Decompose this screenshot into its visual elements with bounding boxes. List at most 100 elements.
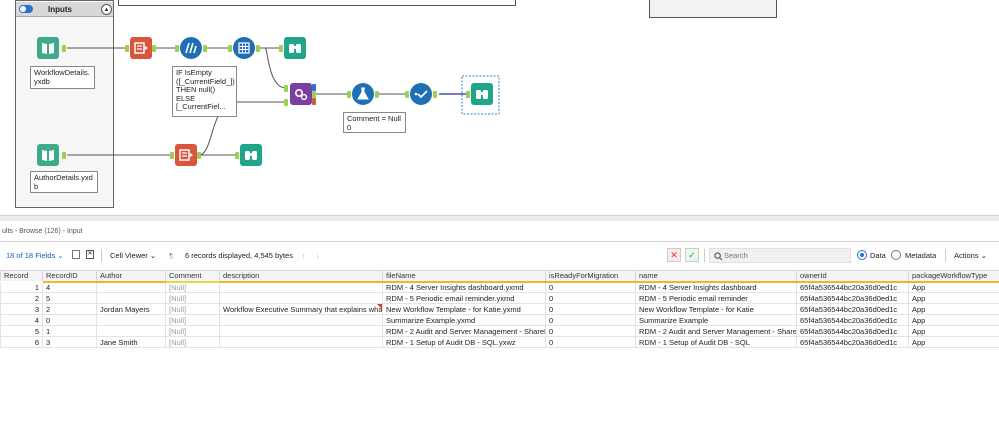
table-cell[interactable]: 4 bbox=[42, 281, 97, 293]
rename-field-icon[interactable] bbox=[72, 250, 80, 259]
data-radio[interactable] bbox=[857, 250, 867, 260]
table-cell[interactable]: 0 bbox=[545, 325, 636, 337]
table-cell[interactable]: [Null] bbox=[165, 336, 220, 348]
table-cell[interactable]: [Null] bbox=[165, 325, 220, 337]
table-cell[interactable]: 0 bbox=[545, 314, 636, 326]
column-header[interactable]: RecordID bbox=[42, 270, 97, 283]
column-header[interactable]: Record bbox=[0, 270, 43, 283]
table-cell[interactable]: New Workflow Template - for Katie.yxmd bbox=[382, 303, 546, 315]
table-cell[interactable]: 65f4a536544bc20a36d0ed1c bbox=[796, 292, 909, 304]
cell-viewer-dropdown[interactable]: Cell Viewer ⌄ bbox=[110, 251, 156, 260]
message-tool[interactable] bbox=[410, 83, 432, 105]
input-anchor[interactable] bbox=[235, 152, 239, 159]
table-cell[interactable]: RDM - 1 Setup of Audit DB - SQL bbox=[635, 336, 797, 348]
input-tool-author[interactable] bbox=[37, 144, 59, 166]
column-header[interactable]: ownerId bbox=[796, 270, 909, 283]
deselect-field-icon[interactable]: ✕ bbox=[86, 250, 94, 259]
table-cell[interactable]: RDM - 5 Periodic email reminder.yxmd bbox=[382, 292, 546, 304]
table-cell[interactable]: [Null] bbox=[165, 314, 220, 326]
clear-filter-button[interactable]: ✕ bbox=[667, 248, 681, 262]
table-cell[interactable]: App bbox=[908, 336, 999, 348]
fields-dropdown[interactable]: 18 of 18 Fields ⌄ bbox=[6, 251, 64, 260]
table-cell[interactable]: RDM - 4 Server Insights dashboard.yxmd bbox=[382, 281, 546, 293]
table-cell[interactable]: 5 bbox=[0, 325, 43, 337]
table-cell[interactable] bbox=[219, 325, 383, 337]
results-grid[interactable]: Record RecordID Author Comment description fi… bbox=[0, 270, 999, 348]
table-cell[interactable]: 1 bbox=[42, 325, 97, 337]
table-cell[interactable]: 65f4a536544bc20a36d0ed1c bbox=[796, 325, 909, 337]
workflow-canvas[interactable]: Inputs ▲ WorkflowDetails. yxdb IF IsEmpt… bbox=[0, 0, 999, 215]
actions-dropdown[interactable]: Actions ⌄ bbox=[954, 251, 987, 260]
browse-tool-selected[interactable] bbox=[471, 83, 493, 105]
apply-filter-button[interactable]: ✓ bbox=[685, 248, 699, 262]
arrow-up-icon[interactable]: ↑ bbox=[302, 251, 306, 260]
table-cell[interactable] bbox=[96, 292, 166, 304]
table-cell[interactable]: App bbox=[908, 303, 999, 315]
table-cell[interactable]: 0 bbox=[545, 292, 636, 304]
table-cell[interactable]: Jordan Mayers bbox=[96, 303, 166, 315]
input-anchor[interactable] bbox=[279, 45, 283, 52]
table-cell[interactable]: 6 bbox=[0, 336, 43, 348]
output-anchor[interactable] bbox=[203, 45, 207, 52]
table-cell[interactable]: App bbox=[908, 314, 999, 326]
table-cell[interactable]: App bbox=[908, 281, 999, 293]
table-cell[interactable]: [Null] bbox=[165, 303, 220, 315]
table-cell[interactable]: RDM - 1 Setup of Audit DB - SQL.yxwz bbox=[382, 336, 546, 348]
search-input[interactable] bbox=[724, 250, 848, 261]
input-anchor[interactable] bbox=[170, 152, 174, 159]
output-anchor[interactable] bbox=[375, 91, 379, 98]
column-header[interactable]: name bbox=[635, 270, 797, 283]
table-row[interactable]: 2 5 [Null] RDM - 5 Periodic email reminder.… bbox=[0, 292, 999, 304]
browse-tool-1[interactable] bbox=[284, 37, 306, 59]
table-cell[interactable]: [Null] bbox=[165, 292, 220, 304]
output-anchor[interactable] bbox=[312, 84, 316, 91]
join-tool[interactable] bbox=[290, 83, 312, 105]
output-anchor[interactable] bbox=[62, 45, 66, 52]
column-header[interactable]: packageWorkflowType bbox=[908, 270, 999, 283]
table-cell[interactable] bbox=[219, 336, 383, 348]
table-cell[interactable]: 4 bbox=[0, 314, 43, 326]
table-cell[interactable]: 65f4a536544bc20a36d0ed1c bbox=[796, 303, 909, 315]
output-anchor[interactable] bbox=[433, 91, 437, 98]
select-tool-1[interactable] bbox=[130, 37, 152, 59]
data-cleanse-tool[interactable] bbox=[233, 37, 255, 59]
table-cell[interactable]: 1 bbox=[0, 281, 43, 293]
column-header[interactable]: Author bbox=[96, 270, 166, 283]
table-cell[interactable]: New Workflow Template - for Katie bbox=[635, 303, 797, 315]
output-anchor[interactable] bbox=[152, 45, 156, 52]
table-cell[interactable] bbox=[219, 281, 383, 293]
table-cell[interactable] bbox=[219, 292, 383, 304]
input-anchor[interactable] bbox=[405, 91, 409, 98]
filter-tool[interactable] bbox=[352, 83, 374, 105]
input-anchor[interactable] bbox=[347, 91, 351, 98]
select-tool-2[interactable] bbox=[175, 144, 197, 166]
output-anchor[interactable] bbox=[312, 98, 316, 105]
output-anchor[interactable] bbox=[256, 45, 260, 52]
table-cell[interactable]: 2 bbox=[42, 303, 97, 315]
table-cell[interactable]: [Null] bbox=[165, 281, 220, 293]
multi-field-formula-tool[interactable] bbox=[180, 37, 202, 59]
table-row[interactable]: 4 0 [Null] Summarize Example.yxmd 0 Summarize… bbox=[0, 314, 999, 326]
table-cell[interactable] bbox=[96, 325, 166, 337]
table-row[interactable]: 3 2 Jordan Mayers [Null] Workflow Executive … bbox=[0, 303, 999, 315]
table-row[interactable]: 5 1 [Null] RDM - 2 Audit and Server Managem… bbox=[0, 325, 999, 337]
column-header[interactable]: description bbox=[219, 270, 383, 283]
table-cell[interactable]: 0 bbox=[545, 281, 636, 293]
join-right-anchor[interactable] bbox=[284, 99, 288, 106]
column-header[interactable]: fileName bbox=[382, 270, 546, 283]
table-cell[interactable]: 3 bbox=[0, 303, 43, 315]
table-row[interactable]: 1 4 [Null] RDM - 4 Server Insights dashboar… bbox=[0, 281, 999, 293]
table-cell[interactable]: RDM - 2 Audit and Server Management - Sh… bbox=[382, 325, 546, 337]
browse-tool-3[interactable] bbox=[240, 144, 262, 166]
join-left-anchor[interactable] bbox=[284, 85, 288, 92]
table-cell[interactable]: RDM - 2 Audit and Server Management - Sh… bbox=[635, 325, 797, 337]
table-cell[interactable]: 3 bbox=[42, 336, 97, 348]
table-cell[interactable]: 65f4a536544bc20a36d0ed1c bbox=[796, 281, 909, 293]
table-cell[interactable] bbox=[96, 314, 166, 326]
table-cell[interactable]: 65f4a536544bc20a36d0ed1c bbox=[796, 314, 909, 326]
input-anchor[interactable] bbox=[175, 45, 179, 52]
table-cell[interactable]: 5 bbox=[42, 292, 97, 304]
table-cell[interactable]: RDM - 4 Server Insights dashboard bbox=[635, 281, 797, 293]
table-cell[interactable] bbox=[219, 314, 383, 326]
table-cell[interactable]: Summarize Example bbox=[635, 314, 797, 326]
